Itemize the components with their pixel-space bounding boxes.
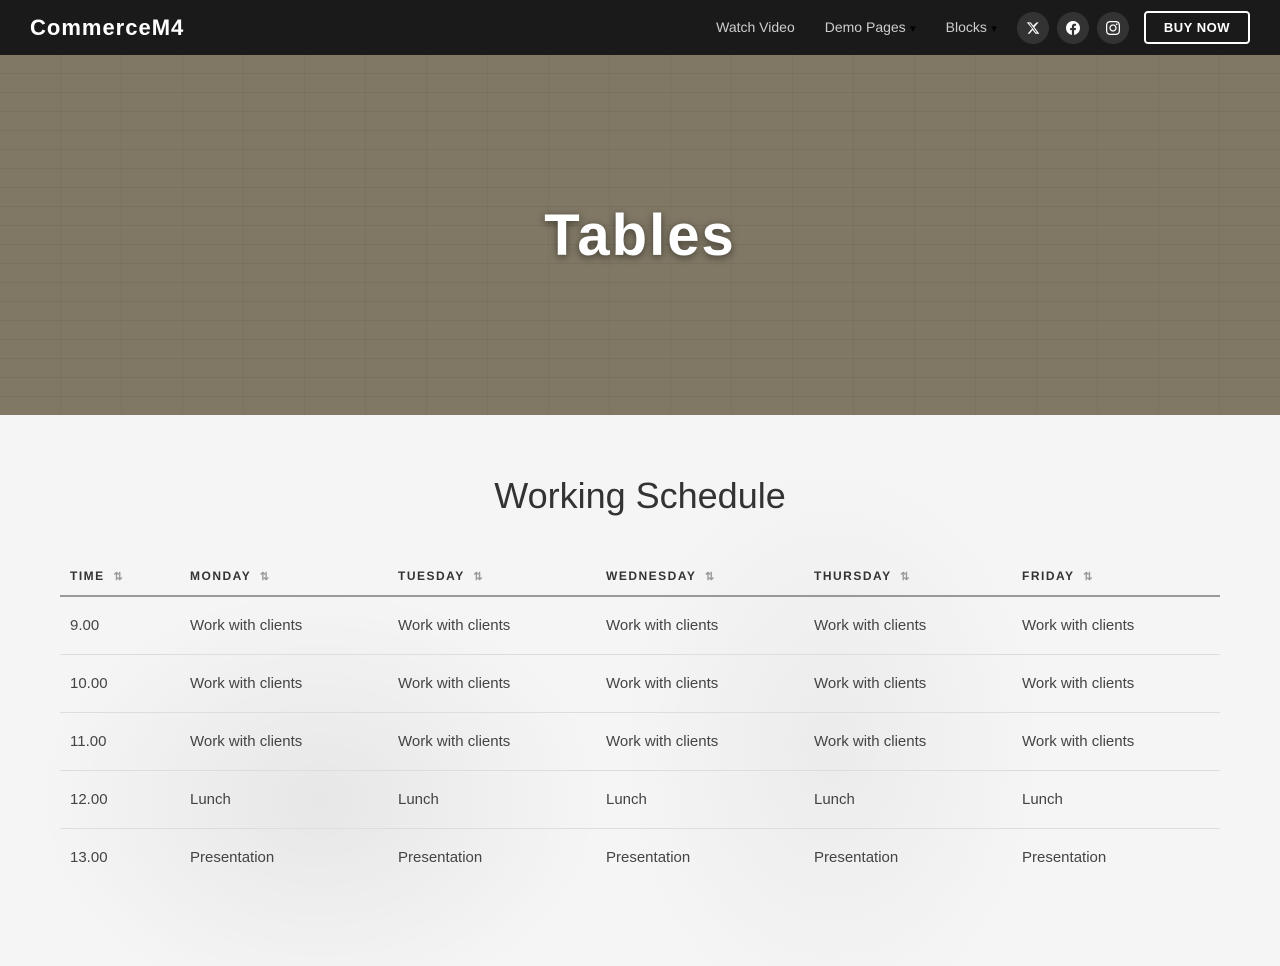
nav-brand[interactable]: CommerceM4 [30, 15, 184, 41]
col-header-wednesday[interactable]: WEDNESDAY ⇅ [596, 557, 804, 596]
cell-time-4: 13.00 [60, 829, 180, 887]
cell-time-2: 11.00 [60, 713, 180, 771]
nav-link-watch-video[interactable]: Watch Video [716, 19, 795, 35]
cell-wednesday-1: Work with clients [596, 655, 804, 713]
cell-friday-1: Work with clients [1012, 655, 1220, 713]
cell-tuesday-4: Presentation [388, 829, 596, 887]
cell-wednesday-2: Work with clients [596, 713, 804, 771]
col-header-tuesday[interactable]: TUESDAY ⇅ [388, 557, 596, 596]
cell-thursday-4: Presentation [804, 829, 1012, 887]
schedule-heading: Working Schedule [60, 475, 1220, 517]
twitter-icon[interactable] [1017, 12, 1049, 44]
schedule-table: TIME ⇅ MONDAY ⇅ TUESDAY ⇅ WEDNESDAY ⇅ [60, 557, 1220, 886]
table-body: 9.00Work with clientsWork with clientsWo… [60, 596, 1220, 886]
cell-thursday-0: Work with clients [804, 596, 1012, 655]
instagram-icon[interactable] [1097, 12, 1129, 44]
facebook-icon[interactable] [1057, 12, 1089, 44]
sort-icon-wednesday: ⇅ [705, 570, 716, 583]
table-header: TIME ⇅ MONDAY ⇅ TUESDAY ⇅ WEDNESDAY ⇅ [60, 557, 1220, 596]
cell-monday-4: Presentation [180, 829, 388, 887]
sort-icon-monday: ⇅ [260, 570, 271, 583]
cell-tuesday-2: Work with clients [388, 713, 596, 771]
cell-monday-3: Lunch [180, 771, 388, 829]
table-row: 11.00Work with clientsWork with clientsW… [60, 713, 1220, 771]
schedule-table-wrapper: TIME ⇅ MONDAY ⇅ TUESDAY ⇅ WEDNESDAY ⇅ [60, 557, 1220, 886]
table-row: 10.00Work with clientsWork with clientsW… [60, 655, 1220, 713]
cell-wednesday-0: Work with clients [596, 596, 804, 655]
cell-friday-0: Work with clients [1012, 596, 1220, 655]
col-header-friday[interactable]: FRIDAY ⇅ [1012, 557, 1220, 596]
col-header-thursday[interactable]: THURSDAY ⇅ [804, 557, 1012, 596]
cell-wednesday-3: Lunch [596, 771, 804, 829]
cell-friday-3: Lunch [1012, 771, 1220, 829]
sort-icon-time: ⇅ [114, 570, 125, 583]
hero-section: Tables [0, 55, 1280, 415]
nav-social [1017, 12, 1129, 44]
schedule-section: Working Schedule TIME ⇅ MONDAY ⇅ TUESDAY… [0, 415, 1280, 966]
cell-tuesday-3: Lunch [388, 771, 596, 829]
table-row: 12.00LunchLunchLunchLunchLunch [60, 771, 1220, 829]
cell-tuesday-1: Work with clients [388, 655, 596, 713]
sort-icon-tuesday: ⇅ [473, 570, 484, 583]
cell-friday-4: Presentation [1012, 829, 1220, 887]
hero-title: Tables [544, 202, 735, 269]
table-row: 13.00PresentationPresentationPresentatio… [60, 829, 1220, 887]
cell-monday-1: Work with clients [180, 655, 388, 713]
cell-wednesday-4: Presentation [596, 829, 804, 887]
col-header-time[interactable]: TIME ⇅ [60, 557, 180, 596]
table-row: 9.00Work with clientsWork with clientsWo… [60, 596, 1220, 655]
cell-thursday-3: Lunch [804, 771, 1012, 829]
nav-links: Watch Video Demo Pages Blocks [716, 19, 997, 37]
cell-thursday-1: Work with clients [804, 655, 1012, 713]
cell-time-1: 10.00 [60, 655, 180, 713]
cell-monday-0: Work with clients [180, 596, 388, 655]
nav-item-demo-pages[interactable]: Demo Pages [825, 19, 916, 37]
cell-time-3: 12.00 [60, 771, 180, 829]
nav-link-demo-pages[interactable]: Demo Pages [825, 19, 906, 35]
cell-monday-2: Work with clients [180, 713, 388, 771]
cell-friday-2: Work with clients [1012, 713, 1220, 771]
nav-item-blocks[interactable]: Blocks [946, 19, 997, 37]
navbar: CommerceM4 Watch Video Demo Pages Blocks… [0, 0, 1280, 55]
sort-icon-friday: ⇅ [1083, 570, 1094, 583]
col-header-monday[interactable]: MONDAY ⇅ [180, 557, 388, 596]
sort-icon-thursday: ⇅ [900, 570, 911, 583]
nav-link-blocks[interactable]: Blocks [946, 19, 987, 35]
cell-thursday-2: Work with clients [804, 713, 1012, 771]
cell-tuesday-0: Work with clients [388, 596, 596, 655]
buy-now-button[interactable]: BUY NOW [1144, 11, 1250, 44]
cell-time-0: 9.00 [60, 596, 180, 655]
nav-item-watch-video[interactable]: Watch Video [716, 19, 795, 37]
table-header-row: TIME ⇅ MONDAY ⇅ TUESDAY ⇅ WEDNESDAY ⇅ [60, 557, 1220, 596]
